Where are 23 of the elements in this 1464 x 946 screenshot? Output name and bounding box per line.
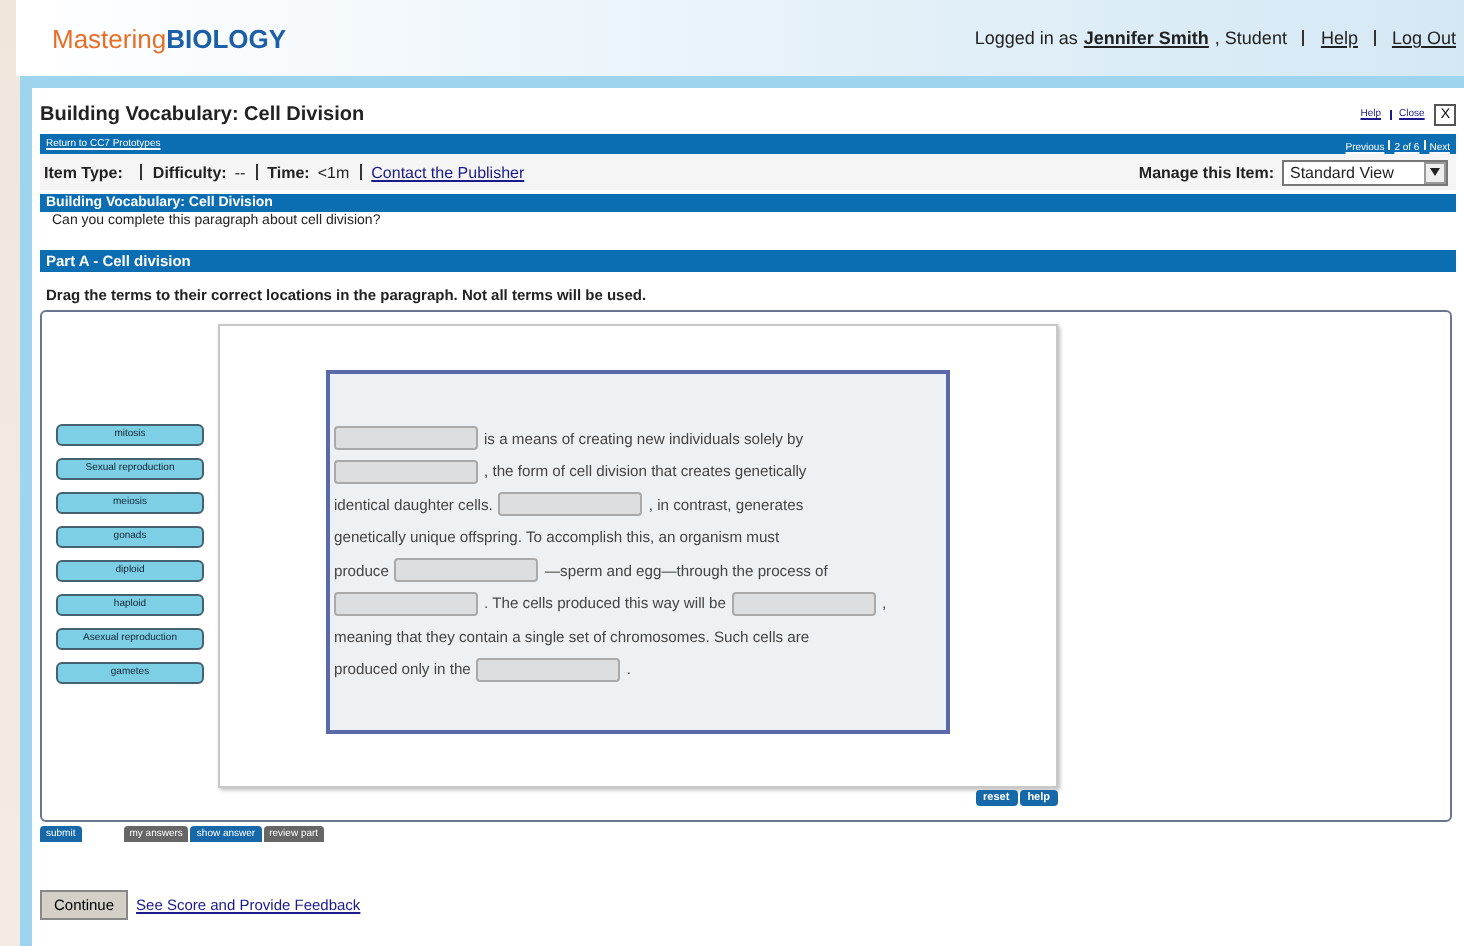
role-text: , Student — [1214, 28, 1287, 48]
logo: MasteringBIOLOGY — [52, 23, 287, 53]
drop-target[interactable] — [334, 426, 478, 451]
header-link[interactable]: Help — [1320, 28, 1358, 48]
drop-target[interactable] — [334, 591, 478, 616]
dropdown-arrow-icon — [1430, 168, 1440, 176]
header-link[interactable]: Log Out — [1391, 28, 1456, 48]
drop-target[interactable] — [732, 591, 876, 616]
drop-target[interactable] — [394, 558, 539, 583]
manage-label: Manage this Item: — [1138, 163, 1274, 181]
drop-target[interactable] — [498, 492, 643, 517]
time-value: <1m — [317, 163, 350, 181]
page-title: Building Vocabulary: Cell Division — [40, 103, 365, 125]
user-link[interactable]: Jennifer Smith — [1083, 28, 1209, 48]
view-dropdown[interactable]: Standard View — [1282, 159, 1448, 185]
time-label: Time: — [267, 163, 310, 181]
drop-target[interactable] — [334, 459, 478, 484]
contact-link[interactable]: Contact the Publisher — [371, 163, 525, 181]
difficulty-label: Difficulty: — [152, 163, 227, 181]
item-type-label: Item Type: — [44, 163, 123, 181]
difficulty-value: -- — [234, 163, 246, 181]
drop-target[interactable] — [476, 657, 621, 682]
login-text: Logged in as — [974, 28, 1078, 48]
